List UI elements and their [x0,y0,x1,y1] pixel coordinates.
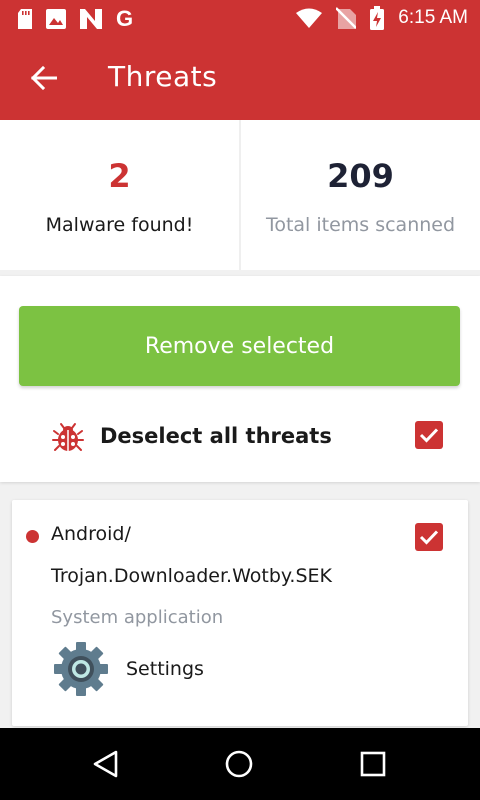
back-button[interactable] [22,56,66,100]
sd-card-icon [18,9,32,29]
status-bar-notifications: G [18,8,133,30]
threat-indicator-dot [26,530,39,543]
home-circle-icon [225,750,253,778]
malware-stat: 2 Malware found! [0,120,239,270]
back-triangle-icon [93,750,118,778]
threat-checkbox[interactable] [415,523,443,551]
scan-stats: 2 Malware found! 209 Total items scanned [0,120,480,270]
no-signal-icon [336,7,357,29]
status-bar-system: 6:15 AM [296,6,468,30]
arrow-left-icon [31,66,57,90]
deselect-all-row[interactable]: Deselect all threats [0,412,480,462]
settings-gear-icon [54,642,108,696]
bug-icon [52,423,84,451]
nav-home-button[interactable] [219,744,259,784]
google-g-icon: G [116,6,134,31]
app-bar: Threats [0,38,480,120]
checkmark-icon [419,428,439,443]
scanned-label: Total items scanned [265,214,456,236]
system-nav-bar [0,728,480,800]
threat-name-continued: Trojan.Downloader.Wotby.SEK [51,565,332,587]
affected-app-name: Settings [126,658,204,680]
n-app-icon [80,9,102,29]
page-title: Threats [108,60,218,93]
recents-square-icon [360,751,386,777]
threat-type: System application [51,607,224,628]
deselect-all-label: Deselect all threats [100,424,332,448]
scanned-stat: 209 Total items scanned [239,120,480,270]
malware-label: Malware found! [45,214,194,236]
threat-card[interactable]: Android/ Trojan.Downloader.Wotby.SEK Sys… [12,500,468,726]
battery-charging-icon [370,6,385,30]
status-bar: G 6:15 AM [0,0,480,38]
image-icon [46,9,66,29]
checkmark-icon [419,530,439,545]
malware-count: 2 [108,157,131,195]
threat-actions: Remove selected Deselect all threats [0,276,480,482]
nav-back-button[interactable] [86,744,126,784]
threat-name: Android/ [51,523,131,545]
scanned-count: 209 [327,157,394,195]
remove-selected-button[interactable]: Remove selected [19,306,460,386]
nav-recents-button[interactable] [353,744,393,784]
deselect-all-checkbox[interactable] [415,421,443,449]
status-time: 6:15 AM [398,7,468,28]
wifi-icon [296,8,323,28]
